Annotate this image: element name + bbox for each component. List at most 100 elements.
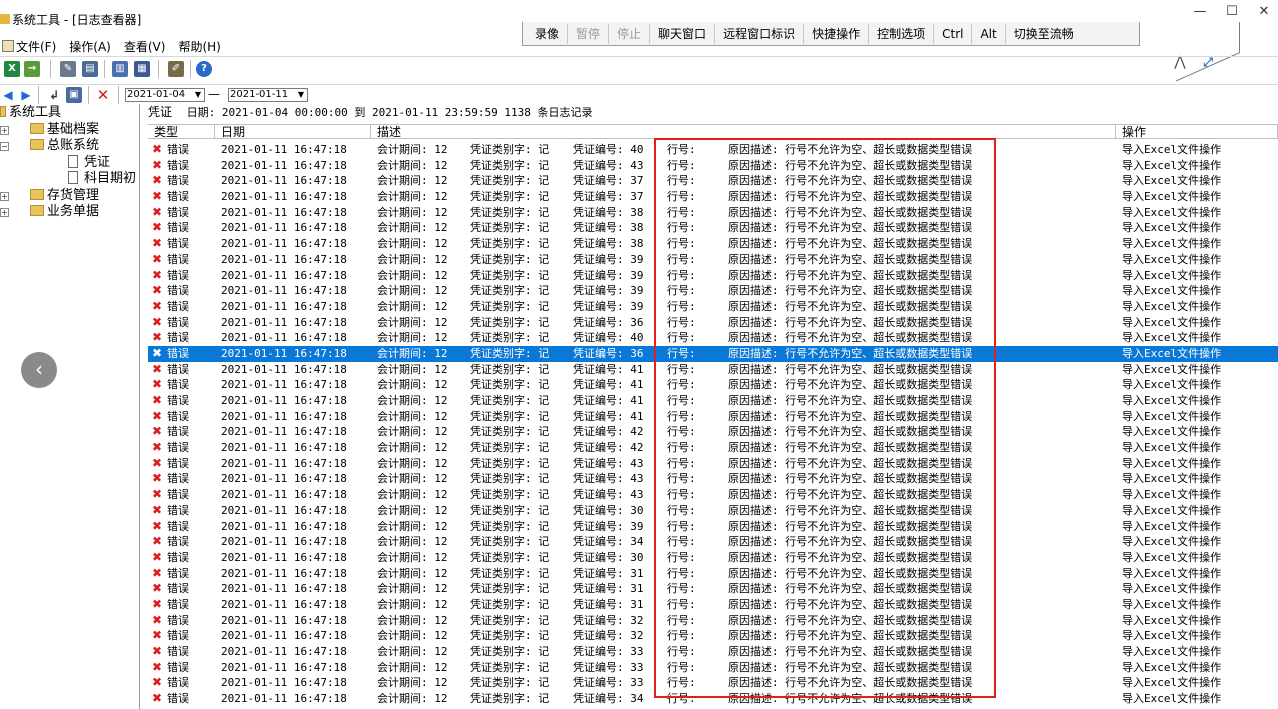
table-row[interactable]: ✖ 错误 2021-01-11 16:47:18 会计期间: 12 凭证类别字: 记 凭证… (148, 205, 1278, 221)
cell-period: 会计期间: 12 (377, 582, 448, 596)
table-row[interactable]: ✖ 错误 2021-01-11 16:47:18 会计期间: 12 凭证类别字: 记 凭证… (148, 471, 1278, 487)
minimize-button[interactable]: — (1190, 4, 1210, 20)
menu-item[interactable]: 文件(F) (0, 38, 56, 55)
remote-button[interactable]: Ctrl (934, 23, 973, 44)
table-row[interactable]: ✖ 错误 2021-01-11 16:47:18 会计期间: 12 凭证类别字: 记 凭证… (148, 315, 1278, 331)
menu-item[interactable]: 帮助(H) (178, 38, 220, 55)
toolbar-separator (158, 60, 159, 78)
cell-voucher-number: 凭证编号: 42 (573, 441, 644, 455)
cell-line-number: 行号: (667, 692, 696, 706)
cell-voucher-class: 凭证类别字: 记 (470, 299, 550, 313)
error-icon: ✖ (152, 628, 163, 643)
refresh-icon[interactable]: ↲ (46, 87, 62, 103)
remote-button[interactable]: 快捷操作 (804, 23, 870, 44)
grid-header: 类型 日期 描述 操作 (148, 124, 1278, 139)
table-row[interactable]: ✖ 错误 2021-01-11 16:47:18 会计期间: 12 凭证类别字: 记 凭证… (148, 628, 1278, 644)
expand-icon[interactable]: + (0, 192, 9, 201)
table-row[interactable]: ✖ 错误 2021-01-11 16:47:18 会计期间: 12 凭证类别字: 记 凭证… (148, 597, 1278, 613)
table-row[interactable]: ✖ 错误 2021-01-11 16:47:18 会计期间: 12 凭证类别字: 记 凭证… (148, 566, 1278, 582)
table-row[interactable]: ✖ 错误 2021-01-11 16:47:18 会计期间: 12 凭证类别字: 记 凭证… (148, 158, 1278, 174)
edit-icon[interactable]: ✐ (168, 61, 184, 77)
table-row[interactable]: ✖ 错误 2021-01-11 16:47:18 会计期间: 12 凭证类别字: 记 凭证… (148, 393, 1278, 409)
dropdown-arrow-icon[interactable]: ▼ (296, 89, 306, 101)
table-row[interactable]: ✖ 错误 2021-01-11 16:47:18 会计期间: 12 凭证类别字: 记 凭证… (148, 409, 1278, 425)
help-icon[interactable]: ? (196, 61, 212, 77)
table-row[interactable]: ✖ 错误 2021-01-11 16:47:18 会计期间: 12 凭证类别字: 记 凭证… (148, 424, 1278, 440)
table-row[interactable]: ✖ 错误 2021-01-11 16:47:18 会计期间: 12 凭证类别字: 记 凭证… (148, 613, 1278, 629)
tools-icon[interactable]: ✎ (60, 61, 76, 77)
table-row[interactable]: ✖ 错误 2021-01-11 16:47:18 会计期间: 12 凭证类别字: 记 凭证… (148, 220, 1278, 236)
table-row[interactable]: ✖ 错误 2021-01-11 16:47:18 会计期间: 12 凭证类别字: 记 凭证… (148, 691, 1278, 707)
date-to-picker[interactable]: 2021-01-11 ▼ (228, 88, 308, 102)
column-header-description[interactable]: 描述 (371, 125, 1116, 139)
import-icon[interactable]: → (24, 61, 40, 77)
table-row[interactable]: ✖ 错误 2021-01-11 16:47:18 会计期间: 12 凭证类别字: 记 凭证… (148, 440, 1278, 456)
table-row[interactable]: ✖ 错误 2021-01-11 16:47:18 会计期间: 12 凭证类别字: 记 凭证… (148, 487, 1278, 503)
remote-button[interactable]: Alt (972, 23, 1006, 44)
error-icon: ✖ (152, 596, 163, 611)
remote-button[interactable]: 停止 (609, 23, 651, 44)
expand-icon[interactable]: + (0, 126, 9, 135)
dropdown-arrow-icon[interactable]: ▼ (193, 89, 203, 101)
table-row[interactable]: ✖ 错误 2021-01-11 16:47:18 会计期间: 12 凭证类别字: 记 凭证… (148, 283, 1278, 299)
table-row[interactable]: ✖ 错误 2021-01-11 16:47:18 会计期间: 12 凭证类别字: 记 凭证… (148, 362, 1278, 378)
table-row[interactable]: ✖ 错误 2021-01-11 16:47:18 会计期间: 12 凭证类别字: 记 凭证… (148, 550, 1278, 566)
tree-item-basic-archive[interactable]: 基础档案 (30, 122, 99, 138)
cell-line-number: 行号: (667, 143, 696, 156)
tree-item-voucher[interactable]: 凭证 (68, 155, 110, 171)
remote-button[interactable]: 暂停 (568, 23, 610, 44)
tree-item-business-docs[interactable]: 业务单据 (30, 204, 99, 220)
tree-root[interactable]: 系统工具 (0, 105, 61, 121)
remote-button[interactable]: 录像 (527, 23, 569, 44)
table-row[interactable]: ✖ 错误 2021-01-11 16:47:18 会计期间: 12 凭证类别字: 记 凭证… (148, 519, 1278, 535)
table-row[interactable]: ✖ 错误 2021-01-11 16:47:18 会计期间: 12 凭证类别字: 记 凭证… (148, 345, 1278, 362)
tree-item-account-opening[interactable]: 科目期初 (68, 171, 136, 187)
cell-voucher-number: 凭证编号: 39 (573, 284, 644, 298)
table-row[interactable]: ✖ 错误 2021-01-11 16:47:18 会计期间: 12 凭证类别字: 记 凭证… (148, 503, 1278, 519)
save-icon[interactable]: ▣ (66, 87, 82, 103)
collapse-icon[interactable]: − (0, 142, 9, 151)
table-row[interactable]: ✖ 错误 2021-01-11 16:47:18 会计期间: 12 凭证类别字: 记 凭证… (148, 268, 1278, 284)
table-row[interactable]: ✖ 错误 2021-01-11 16:47:18 会计期间: 12 凭证类别字: 记 凭证… (148, 330, 1278, 346)
remote-button[interactable]: 切换至流畅 (1006, 24, 1082, 44)
expand-icon[interactable]: + (0, 208, 9, 217)
table-row[interactable]: ✖ 错误 2021-01-11 16:47:18 会计期间: 12 凭证类别字: 记 凭证… (148, 236, 1278, 252)
date-from-picker[interactable]: 2021-01-04 ▼ (125, 88, 205, 102)
table-row[interactable]: ✖ 错误 2021-01-11 16:47:18 会计期间: 12 凭证类别字: 记 凭证… (148, 142, 1278, 158)
error-icon: ✖ (152, 487, 163, 502)
table-row[interactable]: ✖ 错误 2021-01-11 16:47:18 会计期间: 12 凭证类别字: 记 凭证… (148, 660, 1278, 676)
back-icon[interactable]: ◀ (0, 87, 16, 103)
table-row[interactable]: ✖ 错误 2021-01-11 16:47:18 会计期间: 12 凭证类别字: 记 凭证… (148, 534, 1278, 550)
print-preview-icon[interactable]: ▤ (82, 61, 98, 77)
table-row[interactable]: ✖ 错误 2021-01-11 16:47:18 会计期间: 12 凭证类别字: 记 凭证… (148, 581, 1278, 597)
cell-period: 会计期间: 12 (377, 158, 448, 172)
error-icon: ✖ (152, 581, 163, 596)
forward-icon[interactable]: ▶ (18, 87, 34, 103)
remote-button[interactable]: 聊天窗口 (650, 23, 716, 44)
table-row[interactable]: ✖ 错误 2021-01-11 16:47:18 会计期间: 12 凭证类别字: 记 凭证… (148, 299, 1278, 315)
table-row[interactable]: ✖ 错误 2021-01-11 16:47:18 会计期间: 12 凭证类别字: 记 凭证… (148, 173, 1278, 189)
print-icon[interactable]: ▥ (112, 61, 128, 77)
table-row[interactable]: ✖ 错误 2021-01-11 16:47:18 会计期间: 12 凭证类别字: 记 凭证… (148, 456, 1278, 472)
column-header-type[interactable]: 类型 (148, 125, 215, 139)
tree-item-ledger-system[interactable]: 总账系统 (30, 138, 99, 154)
table-row[interactable]: ✖ 错误 2021-01-11 16:47:18 会计期间: 12 凭证类别字: 记 凭证… (148, 377, 1278, 393)
table-row[interactable]: ✖ 错误 2021-01-11 16:47:18 会计期间: 12 凭证类别字: 记 凭证… (148, 189, 1278, 205)
table-row[interactable]: ✖ 错误 2021-01-11 16:47:18 会计期间: 12 凭证类别字: 记 凭证… (148, 644, 1278, 660)
tree-item-inventory[interactable]: 存货管理 (30, 188, 99, 204)
menu-item[interactable]: 查看(V) (124, 38, 166, 55)
calculator-icon[interactable]: ▦ (134, 61, 150, 77)
column-header-operation[interactable]: 操作 (1116, 125, 1278, 139)
excel-export-icon[interactable]: X (4, 61, 20, 77)
table-row[interactable]: ✖ 错误 2021-01-11 16:47:18 会计期间: 12 凭证类别字: 记 凭证… (148, 675, 1278, 691)
overlay-back-button[interactable]: ‹ (21, 352, 57, 388)
close-button[interactable]: ✕ (1254, 4, 1274, 20)
remote-button[interactable]: 控制选项 (869, 23, 935, 44)
table-row[interactable]: ✖ 错误 2021-01-11 16:47:18 会计期间: 12 凭证类别字: 记 凭证… (148, 252, 1278, 268)
delete-icon[interactable]: ✕ (95, 87, 111, 103)
remote-button[interactable]: 远程窗口标识 (715, 23, 805, 44)
column-header-date[interactable]: 日期 (215, 125, 371, 139)
cell-type: 错误 (167, 488, 189, 502)
menu-item[interactable]: 操作(A) (69, 38, 111, 55)
maximize-button[interactable]: ☐ (1222, 4, 1242, 20)
